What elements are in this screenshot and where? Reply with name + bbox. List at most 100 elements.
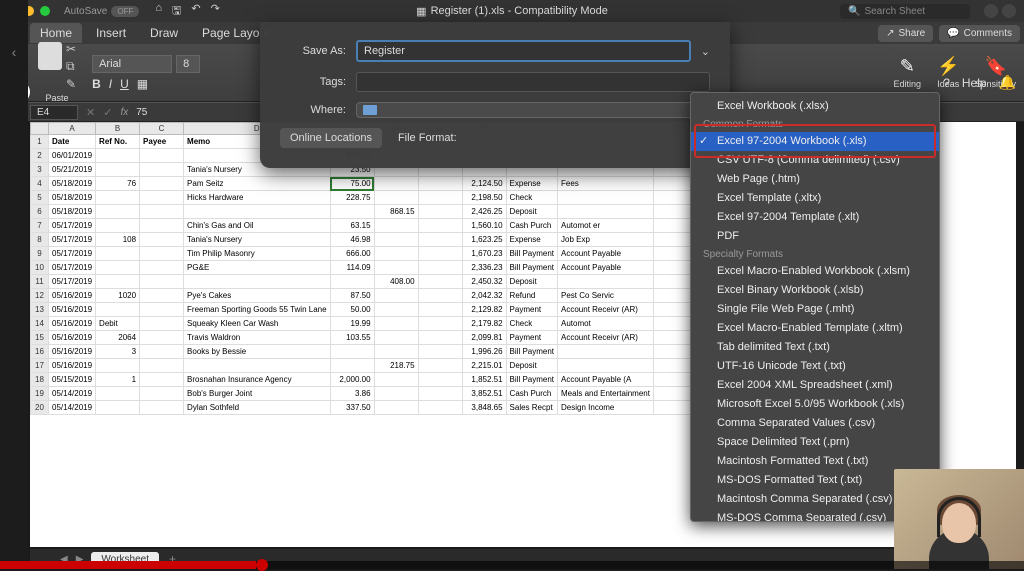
bell-icon[interactable]: 🔔 (999, 74, 1016, 91)
cell[interactable] (418, 331, 462, 345)
cell[interactable]: Sales Recpt (506, 401, 557, 415)
row-header[interactable]: 1 (31, 135, 49, 149)
cell[interactable] (418, 387, 462, 401)
cell[interactable] (96, 191, 140, 205)
format-option[interactable]: Comma Separated Values (.csv) (691, 414, 939, 433)
cell[interactable]: Check (506, 191, 557, 205)
back-icon[interactable]: ‹ (12, 44, 17, 60)
cell[interactable]: Tim Philip Masonry (184, 247, 331, 261)
formula-value[interactable]: 75 (136, 107, 147, 118)
cell[interactable]: 63.15 (330, 219, 374, 233)
tab-insert[interactable]: Insert (86, 23, 136, 43)
cell[interactable] (96, 219, 140, 233)
cell[interactable]: 05/16/2019 (49, 331, 96, 345)
row-header[interactable]: 19 (31, 387, 49, 401)
cell[interactable]: Deposit (506, 359, 557, 373)
cell[interactable] (330, 359, 374, 373)
cell[interactable] (184, 359, 331, 373)
cell[interactable]: Expense (506, 177, 557, 191)
cell[interactable] (374, 219, 418, 233)
cell[interactable]: 50.00 (330, 303, 374, 317)
cell[interactable]: 05/17/2019 (49, 233, 96, 247)
video-progress-bar[interactable] (0, 561, 1024, 569)
cell[interactable] (96, 205, 140, 219)
cell[interactable] (140, 275, 184, 289)
cell[interactable] (418, 289, 462, 303)
cell[interactable]: Account Payable (558, 261, 654, 275)
cell[interactable] (140, 401, 184, 415)
cell[interactable] (374, 191, 418, 205)
row-header[interactable]: 7 (31, 219, 49, 233)
share-button[interactable]: ↗Share (878, 25, 933, 42)
cell[interactable] (96, 303, 140, 317)
row-header[interactable]: 3 (31, 163, 49, 177)
format-option[interactable]: Excel 2004 XML Spreadsheet (.xml) (691, 376, 939, 395)
cell[interactable] (140, 219, 184, 233)
cell[interactable] (140, 345, 184, 359)
font-name-select[interactable]: Arial (92, 55, 172, 73)
cell[interactable]: 2064 (96, 331, 140, 345)
cell[interactable]: 05/16/2019 (49, 359, 96, 373)
cell[interactable]: Account Receivr (AR) (558, 303, 654, 317)
format-option[interactable]: Web Page (.htm) (691, 170, 939, 189)
cell[interactable]: 337.50 (330, 401, 374, 415)
account-icon[interactable] (1002, 4, 1016, 18)
cell[interactable]: Meals and Entertainment (558, 387, 654, 401)
cell[interactable]: 228.75 (330, 191, 374, 205)
name-box[interactable]: E4 (30, 105, 78, 120)
cell[interactable]: 2,450.32 (462, 275, 506, 289)
cell[interactable]: 2,042.32 (462, 289, 506, 303)
format-painter-icon[interactable]: ✎ (66, 77, 76, 91)
cell[interactable]: 2,099.81 (462, 331, 506, 345)
zoom-icon[interactable] (40, 6, 50, 16)
cell[interactable]: Refund (506, 289, 557, 303)
cell[interactable]: 05/17/2019 (49, 275, 96, 289)
cell[interactable] (418, 247, 462, 261)
cell[interactable]: Account Payable (A (558, 373, 654, 387)
cell[interactable]: 2,000.00 (330, 373, 374, 387)
cell[interactable]: Pam Seitz (184, 177, 331, 191)
cell[interactable] (374, 317, 418, 331)
cut-icon[interactable]: ✂ (66, 42, 76, 56)
cell[interactable] (558, 345, 654, 359)
cell[interactable] (140, 233, 184, 247)
cell[interactable]: 2,129.82 (462, 303, 506, 317)
cell[interactable]: 666.00 (330, 247, 374, 261)
format-option[interactable]: Excel Macro-Enabled Workbook (.xlsm) (691, 262, 939, 281)
cell[interactable]: 1,560.10 (462, 219, 506, 233)
search-sheet-field[interactable]: 🔍 Search Sheet (840, 4, 970, 19)
row-header[interactable]: 6 (31, 205, 49, 219)
cell[interactable]: Check (506, 317, 557, 331)
cell[interactable]: 1,852.51 (462, 373, 506, 387)
cell[interactable] (96, 261, 140, 275)
redo-icon[interactable]: ↷ (211, 2, 220, 21)
cell[interactable] (374, 247, 418, 261)
cell[interactable]: 05/15/2019 (49, 373, 96, 387)
cell[interactable]: 05/18/2019 (49, 205, 96, 219)
border-button[interactable]: ▦ (137, 77, 148, 91)
cell[interactable]: Cash Purch (506, 219, 557, 233)
fx-icon[interactable]: fx (120, 107, 128, 118)
cell[interactable] (374, 261, 418, 275)
format-option[interactable]: CSV UTF-8 (Comma delimited) (.csv) (691, 151, 939, 170)
underline-button[interactable]: U (120, 77, 129, 91)
cell[interactable] (140, 191, 184, 205)
cell[interactable]: Account Payable (558, 247, 654, 261)
file-format-dropdown[interactable]: Excel Workbook (.xlsx) Common Formats Ex… (690, 92, 940, 522)
cell[interactable]: 05/21/2019 (49, 163, 96, 177)
format-option[interactable]: PDF (691, 227, 939, 246)
cell[interactable]: Debit (96, 317, 140, 331)
save-as-field[interactable] (356, 40, 691, 62)
cancel-formula-icon[interactable]: ✕ (86, 106, 95, 119)
cell[interactable]: 05/14/2019 (49, 401, 96, 415)
save-icon[interactable]: 🖫 (172, 2, 181, 21)
row-header[interactable]: 14 (31, 317, 49, 331)
help-icon[interactable] (984, 4, 998, 18)
cell[interactable]: 05/18/2019 (49, 177, 96, 191)
italic-button[interactable]: I (109, 77, 112, 91)
row-header[interactable]: 17 (31, 359, 49, 373)
cell[interactable]: 05/18/2019 (49, 191, 96, 205)
cell[interactable]: Books by Bessie (184, 345, 331, 359)
format-option[interactable]: Excel Template (.xltx) (691, 189, 939, 208)
cell[interactable]: 3.86 (330, 387, 374, 401)
